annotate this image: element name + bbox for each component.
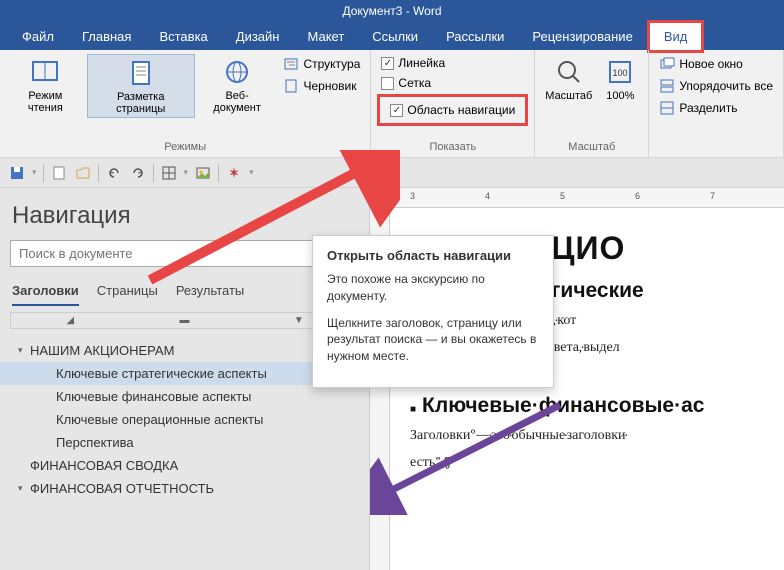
arrange-all-button[interactable]: Упорядочить все: [655, 76, 777, 96]
tab-review[interactable]: Рецензирование: [518, 23, 646, 50]
nav-item-label: ФИНАНСОВАЯ ОТЧЕТНОСТЬ: [30, 481, 214, 496]
undo-icon[interactable]: [105, 164, 123, 182]
jump-icon[interactable]: ▬: [127, 315, 241, 326]
nav-item[interactable]: Ключевые операционные аспекты: [0, 408, 369, 431]
nav-item-label: ФИНАНСОВАЯ СВОДКА: [30, 458, 178, 473]
ruler-number: 5: [560, 191, 565, 201]
doc-paragraph[interactable]: Заголовки°—·это·обычные·заголовки·: [410, 424, 784, 445]
nav-item-label: Ключевые стратегические аспекты: [56, 366, 267, 381]
search-input[interactable]: [10, 240, 359, 267]
svg-text:100: 100: [613, 68, 628, 78]
tab-view[interactable]: Вид: [647, 20, 705, 53]
group-views: Режим чтения Разметка страницы Веб- доку…: [0, 50, 371, 157]
quick-access-toolbar: ▾ ▾ ✶ ▾: [0, 158, 784, 188]
arrange-all-icon: [659, 78, 675, 94]
web-layout-icon: [221, 56, 253, 88]
ruler-checkbox[interactable]: ✓ Линейка: [377, 54, 528, 72]
ruler-number: 4: [485, 191, 490, 201]
nav-tab-results[interactable]: Результаты: [176, 277, 244, 306]
tab-references[interactable]: Ссылки: [358, 23, 432, 50]
navigation-title: Навигация: [0, 188, 369, 240]
tooltip-text: Это похоже на экскурсию по документу.: [327, 271, 539, 305]
group-window: Новое окно Упорядочить все Разделить: [649, 50, 784, 157]
tab-layout[interactable]: Макет: [293, 23, 358, 50]
save-icon[interactable]: [8, 164, 26, 182]
outline-icon: [283, 56, 299, 72]
web-layout-button[interactable]: Веб- документ: [197, 54, 278, 116]
navigation-search[interactable]: [10, 240, 359, 267]
ruler-number: 7: [710, 191, 715, 201]
nav-item-label: НАШИМ АКЦИОНЕРАМ: [30, 343, 174, 358]
ribbon-tabs: Файл Главная Вставка Дизайн Макет Ссылки…: [0, 22, 784, 50]
read-mode-button[interactable]: Режим чтения: [6, 54, 85, 116]
nav-tab-pages[interactable]: Страницы: [97, 277, 158, 306]
tooltip: Открыть область навигации Это похоже на …: [312, 235, 554, 388]
nav-item[interactable]: ФИНАНСОВАЯ СВОДКА: [0, 454, 369, 477]
print-layout-button[interactable]: Разметка страницы: [87, 54, 195, 118]
gridlines-checkbox[interactable]: Сетка: [377, 74, 528, 92]
zoom-100-icon: 100: [604, 56, 636, 88]
draft-button[interactable]: Черновик: [279, 76, 364, 96]
nav-tab-headings[interactable]: Заголовки: [12, 277, 79, 306]
group-zoom: Масштаб 100 100% Масштаб: [535, 50, 649, 157]
ruler-number: 3: [410, 191, 415, 201]
checkbox-icon: ✓: [381, 57, 394, 70]
read-mode-icon: [29, 56, 61, 88]
tooltip-text: Щелкните заголовок, страницу или результ…: [327, 315, 539, 365]
table-icon[interactable]: [160, 164, 178, 182]
checkbox-icon: [381, 77, 394, 90]
new-window-button[interactable]: Новое окно: [655, 54, 777, 74]
tooltip-title: Открыть область навигации: [327, 248, 539, 263]
tab-file[interactable]: Файл: [8, 23, 68, 50]
zoom-button[interactable]: Масштаб: [541, 54, 596, 104]
nav-item-label: Ключевые финансовые аспекты: [56, 389, 251, 404]
checkbox-icon: ✓: [390, 104, 403, 117]
split-button[interactable]: Разделить: [655, 98, 777, 118]
nav-item[interactable]: Перспектива: [0, 431, 369, 454]
chevron-down-icon[interactable]: ▾: [184, 167, 189, 178]
tab-home[interactable]: Главная: [68, 23, 145, 50]
expand-icon: ▾: [18, 345, 30, 356]
ruler-number: 6: [635, 191, 640, 201]
outline-button[interactable]: Структура: [279, 54, 364, 74]
group-show: ✓ Линейка Сетка ✓ Область навигации Пока…: [371, 50, 535, 157]
spellcheck-icon[interactable]: ✶: [225, 164, 243, 182]
new-window-icon: [659, 56, 675, 72]
zoom-100-button[interactable]: 100 100%: [598, 54, 642, 104]
tab-insert[interactable]: Вставка: [145, 23, 221, 50]
nav-item[interactable]: ▾ФИНАНСОВАЯ ОТЧЕТНОСТЬ: [0, 477, 369, 500]
tab-design[interactable]: Дизайн: [222, 23, 294, 50]
zoom-icon: [553, 56, 585, 88]
navigation-pane-checkbox[interactable]: ✓ Область навигации: [386, 101, 519, 119]
nav-item[interactable]: Ключевые финансовые аспекты: [0, 385, 369, 408]
nav-item-label: Ключевые операционные аспекты: [56, 412, 263, 427]
chevron-down-icon[interactable]: ▾: [249, 167, 254, 178]
collapse-icon[interactable]: ◢: [13, 315, 127, 326]
doc-paragraph[interactable]: есть".¶: [410, 451, 784, 472]
doc-heading-2[interactable]: Ключевые·финансовые·ас: [410, 394, 784, 418]
draft-icon: [283, 78, 299, 94]
horizontal-ruler[interactable]: 3 4 5 6 7: [370, 188, 784, 208]
expand-icon: ▾: [18, 483, 30, 494]
nav-item-label: Перспектива: [56, 435, 134, 450]
new-blank-icon[interactable]: [50, 164, 68, 182]
tab-mailings[interactable]: Рассылки: [432, 23, 518, 50]
picture-icon[interactable]: [194, 164, 212, 182]
split-icon: [659, 100, 675, 116]
open-icon[interactable]: [74, 164, 92, 182]
window-title: Документ3 - Word: [342, 4, 441, 18]
redo-icon[interactable]: [129, 164, 147, 182]
ribbon: Режим чтения Разметка страницы Веб- доку…: [0, 50, 784, 158]
print-layout-icon: [125, 57, 157, 89]
chevron-down-icon[interactable]: ▾: [32, 167, 37, 178]
